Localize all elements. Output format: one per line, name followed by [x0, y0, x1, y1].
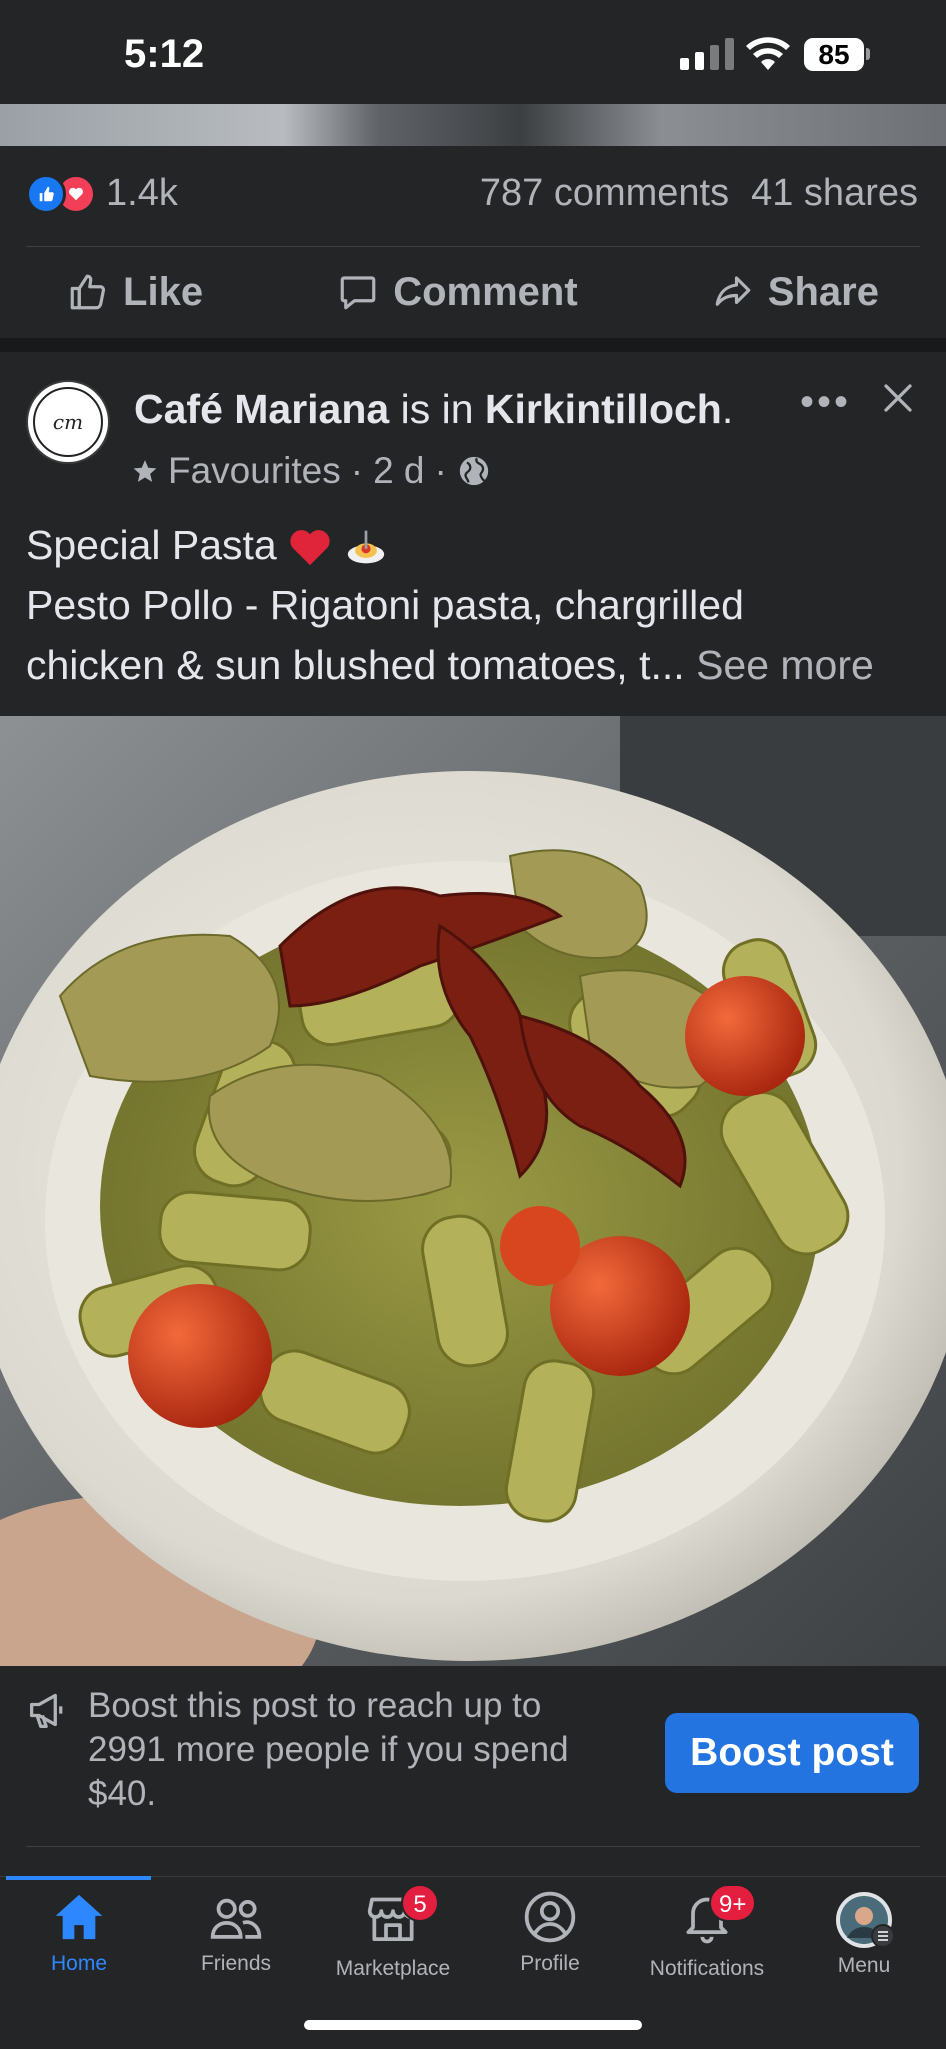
tab-marketplace[interactable]: 5 Marketplace — [314, 1884, 472, 1981]
engagement-stats: 787 comments 41 shares — [480, 172, 918, 215]
location-suffix: . — [721, 386, 734, 432]
tab-notifications-label: Notifications — [649, 1957, 765, 1980]
home-indicator — [304, 2020, 642, 2030]
star-icon — [133, 460, 157, 482]
post-line-2: Pesto Pollo - Rigatoni pasta, chargrille… — [26, 582, 744, 628]
cafe-logo: cm — [33, 387, 103, 457]
thumbs-up-icon — [70, 274, 106, 310]
tab-profile-label: Profile — [520, 1952, 580, 1975]
more-options-button[interactable]: ••• — [800, 380, 851, 425]
tab-friends-label: Friends — [200, 1952, 272, 1975]
red-heart-emoji — [290, 530, 330, 566]
friends-icon — [210, 1898, 262, 1939]
post-header-line: Café Mariana is in Kirkintilloch. — [134, 386, 733, 433]
post-actions-bar: Like Comment Share — [0, 262, 946, 322]
meta-dot: · — [350, 450, 364, 491]
divider — [26, 246, 920, 247]
comment-icon — [340, 276, 376, 310]
page-name[interactable]: Café Mariana — [134, 386, 389, 432]
see-more-link[interactable]: See more — [696, 642, 874, 688]
menu-avatar — [833, 1890, 895, 1948]
reactions-summary[interactable]: 1.4k — [26, 172, 178, 215]
battery-cap — [866, 48, 870, 60]
spaghetti-emoji — [347, 530, 384, 564]
marketplace-badge: 5 — [401, 1884, 439, 1922]
tab-profile[interactable]: Profile — [471, 1890, 629, 1976]
home-icon — [55, 1894, 103, 1940]
like-button[interactable]: Like — [67, 270, 203, 315]
comments-count[interactable]: 787 comments — [480, 172, 729, 215]
close-icon[interactable] — [880, 380, 916, 416]
divider — [26, 1846, 920, 1847]
post-text: Special Pasta Pesto Pollo - Rigatoni pas… — [26, 515, 926, 695]
page-avatar[interactable]: cm — [26, 380, 110, 464]
post-time[interactable]: 2 d — [373, 450, 424, 492]
shares-count[interactable]: 41 shares — [751, 172, 918, 215]
like-reaction-icon — [26, 173, 66, 214]
location-name[interactable]: Kirkintilloch — [485, 386, 722, 432]
profile-icon — [524, 1891, 576, 1943]
post-photo[interactable] — [0, 716, 946, 1666]
tab-home[interactable]: Home — [0, 1890, 158, 1976]
battery-icon: 85 — [804, 38, 864, 71]
comment-label: Comment — [393, 269, 578, 314]
post-line-3-text: chicken & sun blushed tomatoes, t... — [26, 642, 685, 688]
previous-post-image[interactable] — [0, 104, 946, 146]
tab-friends[interactable]: Friends — [157, 1890, 315, 1976]
notifications-badge: 9+ — [709, 1884, 757, 1922]
cellular-signal-icon — [680, 38, 734, 70]
share-button[interactable]: Share — [712, 270, 879, 315]
active-tab-indicator — [6, 1876, 151, 1880]
reaction-count: 1.4k — [106, 172, 178, 214]
globe-icon — [459, 456, 488, 486]
post-meta: Favourites · 2 d · — [132, 450, 491, 492]
is-in-text: is in — [389, 386, 485, 432]
boost-post-button[interactable]: Boost post — [665, 1713, 919, 1793]
tab-notifications[interactable]: 9+ Notifications — [628, 1884, 786, 1981]
status-time: 5:12 — [124, 32, 205, 76]
post-title: Special Pasta — [26, 522, 277, 568]
tab-menu-label: Menu — [837, 1954, 891, 1977]
wifi-icon — [746, 37, 790, 70]
audience-label[interactable]: Favourites — [168, 450, 341, 492]
boost-description: Boost this post to reach up to 2991 more… — [88, 1686, 569, 1813]
post-separator — [0, 338, 946, 352]
megaphone-icon — [29, 1693, 63, 1728]
tab-menu[interactable]: Menu — [785, 1890, 943, 1978]
tab-marketplace-label: Marketplace — [335, 1957, 451, 1980]
tab-home-label: Home — [50, 1952, 108, 1975]
menu-lines-icon — [871, 1924, 895, 1948]
comment-button[interactable]: Comment — [337, 269, 578, 315]
pasta-dish-image — [0, 716, 946, 1666]
post-line-1: Special Pasta — [26, 515, 926, 575]
share-label: Share — [767, 269, 879, 314]
meta-dot-2: · — [434, 450, 447, 491]
post-line-3: chicken & sun blushed tomatoes, t... See… — [26, 635, 926, 695]
like-label: Like — [123, 269, 204, 314]
share-arrow-icon — [715, 276, 751, 306]
